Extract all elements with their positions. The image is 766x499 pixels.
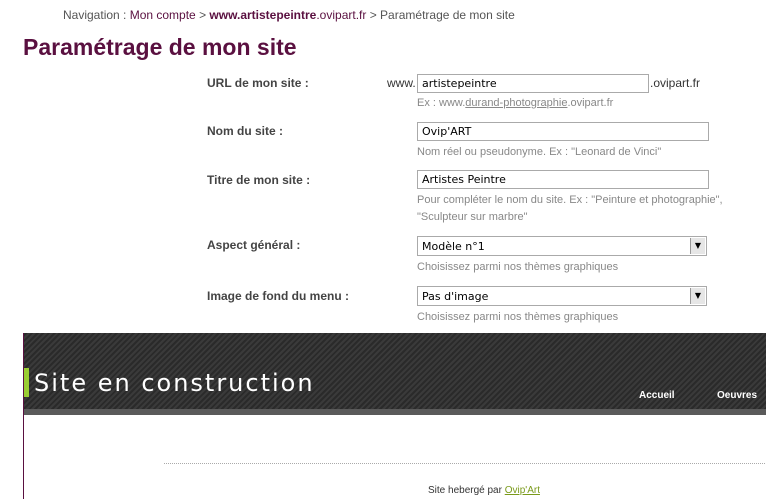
menu-bg-label: Image de fond du menu : [207, 289, 350, 303]
aspect-selected: Modèle n°1 [422, 240, 485, 253]
site-title-help-line2: "Sculpteur sur marbre" [417, 211, 528, 223]
preview-divider [164, 463, 766, 464]
url-help-example: durand-photographie [465, 97, 568, 109]
preview-footer-text: Site hebergé par [428, 485, 505, 496]
preview-header: Site en construction Accueil Oeuvres [24, 333, 766, 415]
breadcrumb-site-link[interactable]: www.artistepeintre.ovipart.fr [209, 8, 366, 22]
site-name-label: Nom du site : [207, 124, 284, 138]
site-title-help-line1: Pour compléter le nom du site. Ex : "Pei… [417, 194, 723, 206]
chevron-down-icon[interactable]: ▼ [690, 238, 705, 254]
preview-nav-accueil[interactable]: Accueil [639, 390, 675, 401]
chevron-down-icon[interactable]: ▼ [690, 288, 705, 304]
page-title: Paramétrage de mon site [23, 34, 297, 60]
site-name-help: Nom réel ou pseudonyme. Ex : "Leonard de… [417, 146, 662, 158]
site-title-help: Pour compléter le nom du site. Ex : "Pei… [417, 192, 723, 226]
url-help-prefix: Ex : www. [417, 97, 466, 109]
preview-footer: Site hebergé par Ovip'Art [428, 485, 540, 496]
preview-nav-oeuvres[interactable]: Oeuvres [717, 390, 757, 401]
url-suffix: .ovipart.fr [650, 76, 701, 90]
aspect-label: Aspect général : [207, 238, 301, 252]
breadcrumb-prefix: Navigation : [63, 8, 130, 22]
url-help-suffix: .ovipart.fr [567, 97, 614, 109]
preview-site-title: Site en construction [34, 369, 315, 397]
url-input[interactable]: artistepeintre [417, 74, 649, 93]
site-name-input[interactable]: Ovip'ART [417, 122, 709, 141]
site-preview: Site en construction Accueil Oeuvres Sit… [23, 333, 766, 499]
breadcrumb-site-rest: .ovipart.fr [316, 8, 367, 22]
site-title-input[interactable]: Artistes Peintre [417, 170, 709, 189]
url-prefix: www. [387, 76, 416, 90]
breadcrumb-separator: > [195, 8, 210, 22]
preview-header-border [24, 409, 766, 415]
breadcrumb-current: Paramétrage de mon site [380, 8, 515, 22]
url-help: Ex : www.durand-photographie.ovipart.fr [417, 95, 613, 112]
site-title-label: Titre de mon site : [207, 173, 311, 187]
url-label: URL de mon site : [207, 76, 309, 90]
aspect-select[interactable]: Modèle n°1 ▼ [417, 236, 707, 256]
breadcrumb-separator: > [366, 8, 381, 22]
menu-bg-select[interactable]: Pas d'image ▼ [417, 286, 707, 306]
aspect-help: Choisissez parmi nos thèmes graphiques [417, 261, 619, 273]
menu-bg-selected: Pas d'image [422, 290, 489, 303]
breadcrumb: Navigation : Mon compte > www.artistepei… [63, 8, 515, 22]
preview-footer-link[interactable]: Ovip'Art [505, 485, 540, 496]
breadcrumb-site-bold: www.artistepeintre [209, 8, 317, 22]
preview-accent-bar [24, 368, 29, 397]
menu-bg-help: Choisissez parmi nos thèmes graphiques [417, 311, 619, 323]
breadcrumb-account-link[interactable]: Mon compte [130, 8, 196, 22]
